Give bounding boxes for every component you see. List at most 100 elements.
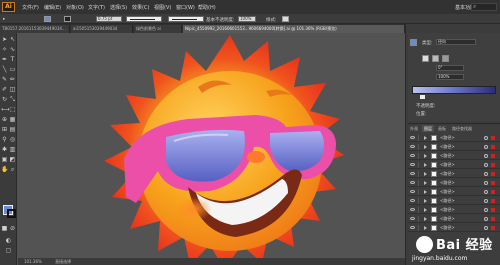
- layer-row[interactable]: <路径>: [408, 197, 500, 205]
- menu-window[interactable]: 窗口(W): [176, 4, 195, 11]
- layer-row[interactable]: <路径>: [408, 179, 500, 187]
- layer-name[interactable]: <路径>: [440, 162, 455, 168]
- menu-file[interactable]: 文件(F): [22, 4, 39, 11]
- target-icon[interactable]: [484, 154, 488, 158]
- stroke-swatch[interactable]: [7, 209, 16, 218]
- canvas[interactable]: [18, 33, 405, 265]
- expand-icon[interactable]: [424, 163, 427, 167]
- tab-layers[interactable]: 图层: [422, 125, 434, 132]
- menu-help[interactable]: 帮助(H): [198, 4, 216, 11]
- visibility-eye-icon[interactable]: [410, 181, 415, 184]
- target-icon[interactable]: [484, 136, 488, 140]
- visibility-eye-icon[interactable]: [410, 217, 415, 220]
- layer-row[interactable]: <路径>: [408, 188, 500, 196]
- menu-object[interactable]: 对象(O): [66, 4, 84, 11]
- target-icon[interactable]: [484, 199, 488, 203]
- expand-icon[interactable]: [424, 145, 427, 149]
- gradient-thumbnail[interactable]: [410, 39, 417, 46]
- type-tool-icon[interactable]: T: [9, 56, 16, 63]
- gradient-slider[interactable]: [412, 86, 496, 94]
- rotate-tool-icon[interactable]: ↻: [1, 96, 8, 103]
- selection-tool-icon[interactable]: ➤: [1, 36, 8, 43]
- tab-pathfinder[interactable]: 路径查找器: [450, 125, 474, 132]
- expand-icon[interactable]: [424, 172, 427, 176]
- gradient-stop-handle[interactable]: [420, 95, 425, 99]
- target-icon[interactable]: [484, 226, 488, 230]
- hand-tool-icon[interactable]: ✋: [1, 166, 8, 173]
- doc-tab-1[interactable]: TB0157.20161153039449034...: [0, 25, 70, 33]
- gradient-type-select[interactable]: 径向: [436, 39, 476, 45]
- menu-effect[interactable]: 效果(C): [132, 4, 149, 11]
- target-icon[interactable]: [484, 217, 488, 221]
- layer-name[interactable]: <路径>: [440, 171, 455, 177]
- none-mode-icon[interactable]: ⊘: [9, 225, 16, 232]
- lasso-icon[interactable]: ∿: [9, 46, 16, 53]
- lock-icon[interactable]: [418, 207, 419, 213]
- doc-tab-2[interactable]: ai1505153039449034: [71, 25, 133, 33]
- expand-icon[interactable]: [424, 190, 427, 194]
- layer-name[interactable]: <路径>: [440, 207, 455, 213]
- lock-icon[interactable]: [418, 198, 419, 204]
- layer-row[interactable]: <路径>: [408, 134, 500, 142]
- graphic-style-swatch[interactable]: [282, 16, 289, 22]
- mesh-tool-icon[interactable]: ⊞: [1, 126, 8, 133]
- magic-wand-icon[interactable]: ✧: [1, 46, 8, 53]
- target-icon[interactable]: [484, 145, 488, 149]
- gradient-tool-icon[interactable]: ▤: [9, 126, 16, 133]
- layer-row[interactable]: <路径>: [408, 215, 500, 223]
- visibility-eye-icon[interactable]: [410, 199, 415, 202]
- doc-tab-3[interactable]: 绿色前景色 ai: [134, 25, 182, 33]
- stroke-gradient-chip[interactable]: [422, 55, 429, 62]
- lock-icon[interactable]: [418, 135, 419, 141]
- selection-indicator[interactable]: [491, 199, 495, 203]
- layer-name[interactable]: <路径>: [440, 216, 455, 222]
- target-icon[interactable]: [484, 163, 488, 167]
- menu-select[interactable]: 选择(S): [110, 4, 127, 11]
- scale-tool-icon[interactable]: ⤡: [9, 96, 16, 103]
- line-tool-icon[interactable]: ╲: [1, 66, 8, 73]
- target-icon[interactable]: [484, 181, 488, 185]
- selection-indicator[interactable]: [491, 136, 495, 140]
- brush-definition[interactable]: [168, 16, 204, 22]
- draw-mode-icon[interactable]: ◐: [5, 237, 12, 244]
- lock-icon[interactable]: [418, 216, 419, 222]
- visibility-eye-icon[interactable]: [410, 226, 415, 229]
- selection-indicator[interactable]: [491, 145, 495, 149]
- eraser-icon[interactable]: ◫: [9, 86, 16, 93]
- stroke-gradient-chip-3[interactable]: [442, 55, 449, 62]
- layer-name[interactable]: <路径>: [440, 198, 455, 204]
- angle-field[interactable]: 0°: [436, 65, 464, 71]
- lock-icon[interactable]: [418, 162, 419, 168]
- layer-row[interactable]: <路径>: [408, 170, 500, 178]
- visibility-eye-icon[interactable]: [410, 208, 415, 211]
- layer-row[interactable]: <路径>: [408, 206, 500, 214]
- stroke-weight-field[interactable]: 0.75 pt: [96, 16, 122, 22]
- tab-appearance[interactable]: 外观: [408, 125, 420, 132]
- menu-type[interactable]: 文字(T): [88, 4, 105, 11]
- lock-icon[interactable]: [418, 144, 419, 150]
- lock-icon[interactable]: [418, 180, 419, 186]
- variable-width-profile[interactable]: [126, 16, 162, 22]
- eyedropper-icon[interactable]: ⚲: [1, 136, 8, 143]
- visibility-eye-icon[interactable]: [410, 163, 415, 166]
- layer-name[interactable]: <路径>: [440, 180, 455, 186]
- visibility-eye-icon[interactable]: [410, 172, 415, 175]
- visibility-eye-icon[interactable]: [410, 136, 415, 139]
- expand-icon[interactable]: [424, 217, 427, 221]
- selection-indicator[interactable]: [491, 181, 495, 185]
- layer-name[interactable]: <路径>: [440, 225, 455, 231]
- zoom-readout[interactable]: 101.36%: [24, 259, 42, 264]
- blend-tool-icon[interactable]: ◎: [9, 136, 16, 143]
- layer-name[interactable]: <路径>: [440, 144, 455, 150]
- selection-indicator[interactable]: [491, 190, 495, 194]
- selection-indicator[interactable]: [491, 217, 495, 221]
- menu-view[interactable]: 视图(V): [154, 4, 171, 11]
- color-mode-icon[interactable]: ■: [1, 225, 8, 232]
- tab-artboards[interactable]: 画板: [436, 125, 448, 132]
- target-icon[interactable]: [484, 172, 488, 176]
- selection-indicator[interactable]: [491, 208, 495, 212]
- expand-icon[interactable]: [424, 181, 427, 185]
- pencil-icon[interactable]: ✏: [9, 76, 16, 83]
- lock-icon[interactable]: [418, 189, 419, 195]
- lock-icon[interactable]: [418, 171, 419, 177]
